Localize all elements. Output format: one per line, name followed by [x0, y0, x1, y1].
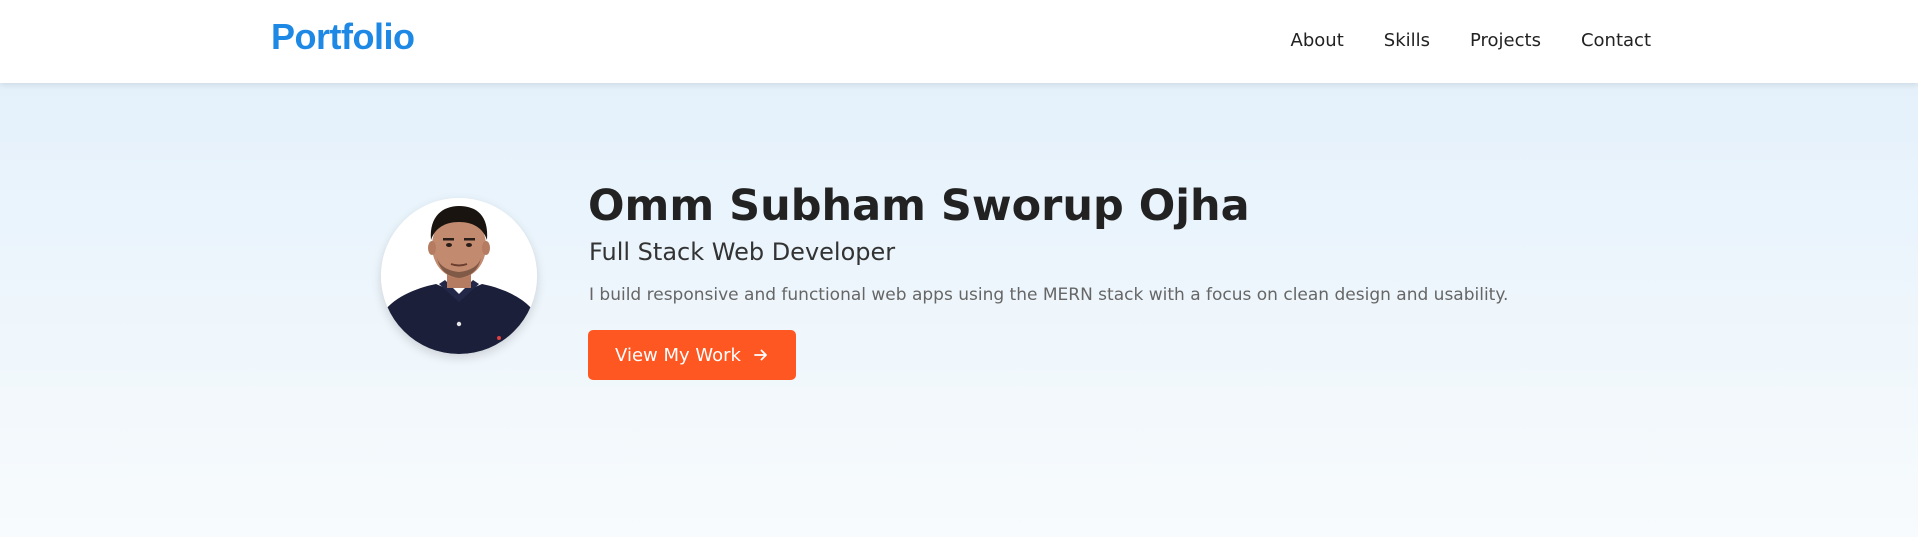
hero-role: Full Stack Web Developer: [589, 238, 896, 266]
hero-description: I build responsive and functional web ap…: [589, 285, 1509, 305]
nav-link-contact[interactable]: Contact: [1581, 30, 1651, 51]
arrow-right-icon: [753, 347, 769, 363]
avatar: [381, 198, 537, 354]
hero-name: Omm Subham Sworup Ojha: [588, 181, 1250, 231]
nav-link-about[interactable]: About: [1291, 30, 1344, 51]
brand-logo[interactable]: Portfolio: [271, 16, 415, 58]
nav-link-projects[interactable]: Projects: [1470, 30, 1541, 51]
view-my-work-label: View My Work: [615, 344, 741, 366]
nav-link-skills[interactable]: Skills: [1384, 30, 1430, 51]
nav-links: About Skills Projects Contact: [1291, 30, 1651, 51]
view-my-work-button[interactable]: View My Work: [588, 330, 796, 380]
avatar-photo: [381, 198, 537, 354]
hero-section: Omm Subham Sworup Ojha Full Stack Web De…: [0, 83, 1918, 537]
navbar: Portfolio About Skills Projects Contact: [0, 0, 1918, 83]
